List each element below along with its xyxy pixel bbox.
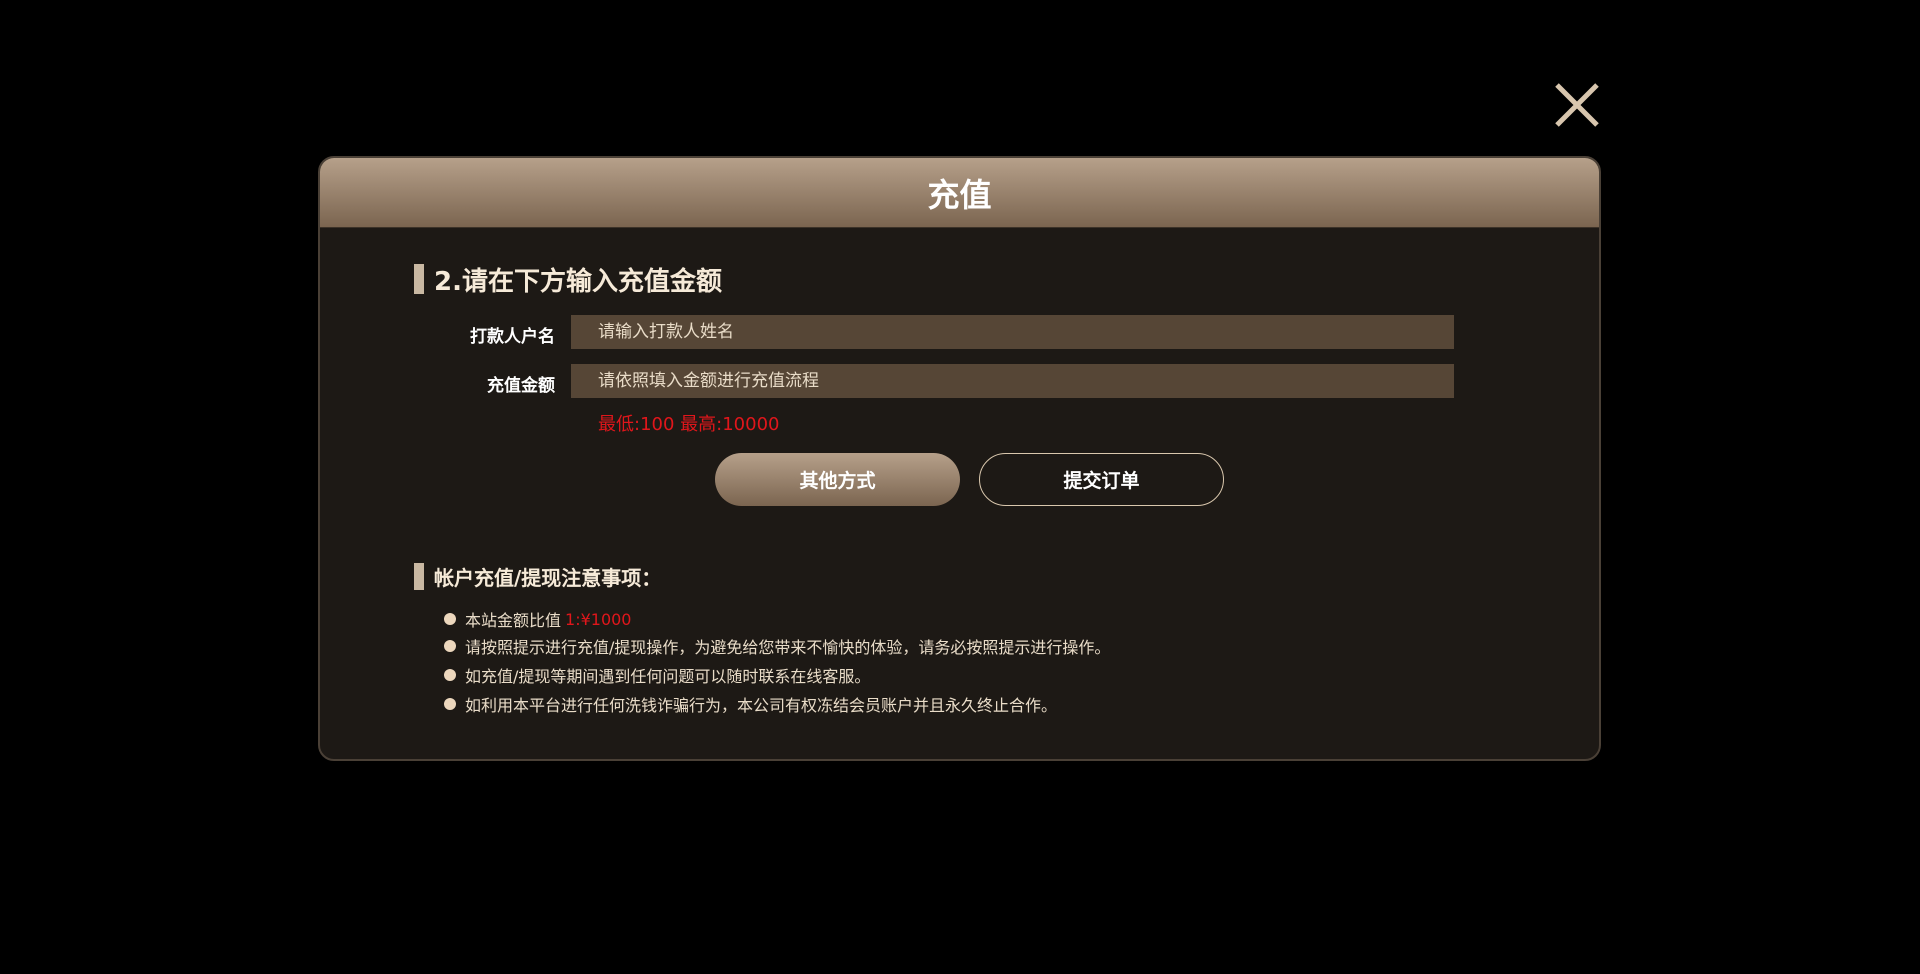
- note-item: 如利用本平台进行任何洗钱诈骗行为，本公司有权冻结会员账户并且永久终止合作。: [444, 692, 1057, 716]
- payer-label: 打款人户名: [470, 327, 555, 347]
- step-heading: 2.请在下方输入充值金额: [414, 264, 722, 297]
- recharge-modal: 充值 2.请在下方输入充值金额 打款人户名 充值金额 最低:100 最高:100…: [318, 156, 1601, 761]
- note-text: 如利用本平台进行任何洗钱诈骗行为，本公司有权冻结会员账户并且永久终止合作。: [465, 696, 1058, 715]
- close-icon[interactable]: [1553, 81, 1601, 129]
- amount-label: 充值金额: [487, 376, 555, 396]
- submit-order-button[interactable]: 提交订单: [979, 453, 1224, 506]
- amount-input[interactable]: [571, 364, 1454, 398]
- payer-name-input[interactable]: [571, 315, 1454, 349]
- note-item: 如充值/提现等期间遇到任何问题可以随时联系在线客服。: [444, 663, 870, 687]
- amount-limits: 最低:100 最高:10000: [598, 414, 780, 435]
- note-item: 请按照提示进行充值/提现操作，为避免给您带来不愉快的体验，请务必按照提示进行操作…: [444, 634, 1110, 658]
- notes-heading: 帐户充值/提现注意事项：: [414, 563, 661, 590]
- notes-heading-text: 帐户充值/提现注意事项：: [434, 566, 662, 590]
- note-text: 请按照提示进行充值/提现操作，为避免给您带来不愉快的体验，请务必按照提示进行操作…: [465, 638, 1111, 657]
- bullet-icon: [444, 669, 456, 681]
- ratio-highlight: 1:¥1000: [565, 609, 632, 629]
- heading-bar: [414, 563, 424, 590]
- heading-bar: [414, 264, 424, 294]
- note-item: 本站金额比值 1:¥1000: [444, 607, 631, 631]
- bullet-icon: [444, 640, 456, 652]
- modal-title: 充值: [320, 158, 1599, 228]
- step-heading-text: 2.请在下方输入充值金额: [434, 266, 722, 297]
- note-text: 如充值/提现等期间遇到任何问题可以随时联系在线客服。: [465, 667, 871, 686]
- note-text: 本站金额比值: [465, 611, 562, 630]
- bullet-icon: [444, 698, 456, 710]
- bullet-icon: [444, 613, 456, 625]
- other-methods-button[interactable]: 其他方式: [715, 453, 960, 506]
